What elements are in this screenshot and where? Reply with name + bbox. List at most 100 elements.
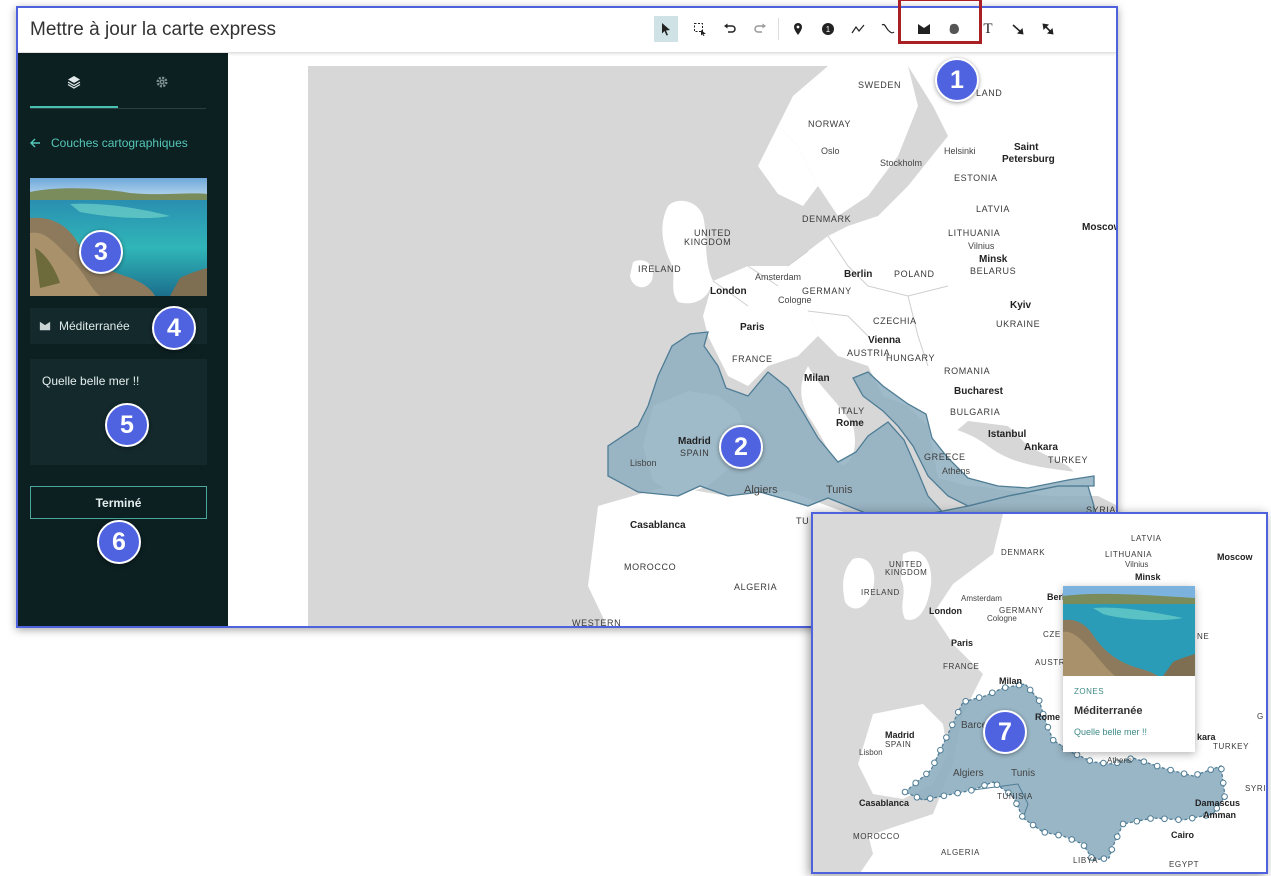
map-label: Lisbon bbox=[630, 458, 657, 468]
freehand-line-icon[interactable] bbox=[876, 16, 900, 42]
vertex-handle[interactable] bbox=[943, 734, 950, 741]
map-label: Petersburg bbox=[1002, 154, 1055, 165]
map-label: Moscow bbox=[1217, 552, 1253, 562]
vertex-handle[interactable] bbox=[1100, 855, 1108, 862]
tab-settings[interactable] bbox=[118, 60, 206, 104]
map-label: Athens bbox=[942, 466, 971, 476]
map-label: AUSTR bbox=[1035, 658, 1066, 667]
toolbar-divider bbox=[778, 18, 779, 40]
popup-layer-name: ZONES bbox=[1074, 687, 1105, 696]
vertex-handle[interactable] bbox=[1035, 697, 1043, 704]
vertex-handle[interactable] bbox=[1218, 765, 1225, 773]
map-label: LIBYA bbox=[1073, 856, 1099, 865]
vertex-handle[interactable] bbox=[1041, 829, 1049, 836]
vertex-handle[interactable] bbox=[1167, 766, 1174, 774]
vertex-handle[interactable] bbox=[1219, 779, 1227, 787]
vertex-handle[interactable] bbox=[1108, 846, 1116, 853]
vertex-handle[interactable] bbox=[1068, 836, 1076, 843]
double-arrow-icon[interactable] bbox=[1036, 16, 1060, 42]
vertex-handle[interactable] bbox=[968, 787, 975, 794]
toolbar-highlight bbox=[898, 0, 982, 44]
selection-box-icon[interactable] bbox=[688, 16, 712, 42]
item-photo[interactable] bbox=[30, 178, 207, 296]
vertex-handle[interactable] bbox=[988, 689, 996, 697]
pin-icon[interactable] bbox=[786, 16, 810, 42]
vertex-handle[interactable] bbox=[1153, 762, 1161, 770]
vertex-handle[interactable] bbox=[937, 746, 944, 754]
vertex-handle[interactable] bbox=[1080, 842, 1088, 849]
redo-icon[interactable] bbox=[748, 16, 772, 42]
vertex-handle[interactable] bbox=[1180, 770, 1188, 777]
done-button[interactable]: Terminé bbox=[30, 486, 207, 519]
vertex-handle[interactable] bbox=[901, 788, 909, 796]
map-label: KINGDOM bbox=[885, 568, 928, 577]
undo-icon[interactable] bbox=[718, 16, 742, 42]
line-icon[interactable] bbox=[846, 16, 870, 42]
map-label: Oslo bbox=[821, 146, 840, 156]
vertex-handle[interactable] bbox=[913, 794, 921, 801]
vertex-handle[interactable] bbox=[1133, 817, 1141, 825]
vertex-handle[interactable] bbox=[912, 779, 919, 787]
map-label: Damascus bbox=[1195, 798, 1241, 808]
vertex-handle[interactable] bbox=[954, 708, 962, 716]
vertex-handle[interactable] bbox=[1086, 757, 1094, 764]
map-label: SYRIA bbox=[1245, 784, 1267, 793]
app-title: Mettre à jour la carte express bbox=[30, 19, 277, 40]
vertex-handle[interactable] bbox=[1055, 831, 1062, 839]
map-label: Milan bbox=[804, 373, 830, 384]
map-label: CZE bbox=[1043, 630, 1061, 639]
map-label: MOROCCO bbox=[853, 832, 900, 841]
vertex-handle[interactable] bbox=[1207, 766, 1214, 773]
layers-icon bbox=[67, 76, 81, 89]
vertex-handle[interactable] bbox=[1026, 686, 1034, 694]
vertex-handle[interactable] bbox=[948, 721, 956, 729]
callout-badge: 1 bbox=[935, 58, 979, 102]
map-label: TU bbox=[796, 516, 810, 526]
vertex-handle[interactable] bbox=[993, 781, 1001, 789]
map-label: NORWAY bbox=[808, 119, 851, 129]
vertex-handle[interactable] bbox=[1013, 800, 1020, 807]
map-label: Kyiv bbox=[1010, 300, 1032, 311]
vertex-handle[interactable] bbox=[954, 789, 961, 797]
map-label: Casablanca bbox=[859, 798, 910, 808]
map-label: Saint bbox=[1014, 142, 1039, 153]
pointer-icon[interactable] bbox=[654, 16, 678, 42]
vertex-handle[interactable] bbox=[1029, 821, 1037, 829]
vertex-handle[interactable] bbox=[1044, 723, 1052, 731]
callout-badge: 6 bbox=[97, 520, 141, 564]
callout-badge: 4 bbox=[152, 306, 196, 350]
vertex-handle[interactable] bbox=[1113, 833, 1121, 840]
map-label: MOROCCO bbox=[624, 562, 677, 572]
vertex-handle[interactable] bbox=[940, 792, 948, 800]
vertex-handle[interactable] bbox=[1100, 759, 1107, 767]
map-label: London bbox=[710, 286, 747, 297]
tab-layers[interactable] bbox=[30, 60, 118, 104]
numbered-marker-icon[interactable]: 1 bbox=[816, 16, 840, 42]
vertex-handle[interactable] bbox=[1161, 815, 1168, 823]
map-label: TURKEY bbox=[1213, 742, 1250, 751]
vertex-handle[interactable] bbox=[1119, 820, 1127, 828]
map-label: Madrid bbox=[678, 436, 711, 447]
vertex-handle[interactable] bbox=[923, 770, 930, 778]
vertex-handle[interactable] bbox=[931, 759, 938, 767]
map-label: Tunis bbox=[826, 484, 853, 496]
vertex-handle[interactable] bbox=[1140, 758, 1148, 765]
callout-badge: 3 bbox=[79, 230, 123, 274]
vertex-handle[interactable] bbox=[1018, 813, 1026, 820]
vertex-handle[interactable] bbox=[1188, 814, 1196, 822]
arrow-icon[interactable] bbox=[1006, 16, 1030, 42]
feature-popup[interactable]: ZONES Méditerranée Quelle belle mer !! bbox=[1063, 586, 1195, 752]
map-label: Vilnius bbox=[1125, 560, 1149, 569]
vertex-handle[interactable] bbox=[962, 697, 969, 705]
map-label: Bucharest bbox=[954, 386, 1003, 397]
vertex-handle[interactable] bbox=[1147, 815, 1154, 822]
vertex-handle[interactable] bbox=[1049, 736, 1057, 744]
vertex-handle[interactable] bbox=[926, 795, 934, 802]
vertex-handle[interactable] bbox=[981, 782, 988, 789]
vertex-handle[interactable] bbox=[975, 694, 983, 701]
vertex-handle[interactable] bbox=[1073, 751, 1081, 759]
vertex-handle[interactable] bbox=[1194, 771, 1201, 778]
back-to-layers-link[interactable]: Couches cartographiques bbox=[30, 136, 188, 150]
vertex-handle[interactable] bbox=[1175, 816, 1182, 823]
map-label: ESTONIA bbox=[954, 173, 998, 183]
